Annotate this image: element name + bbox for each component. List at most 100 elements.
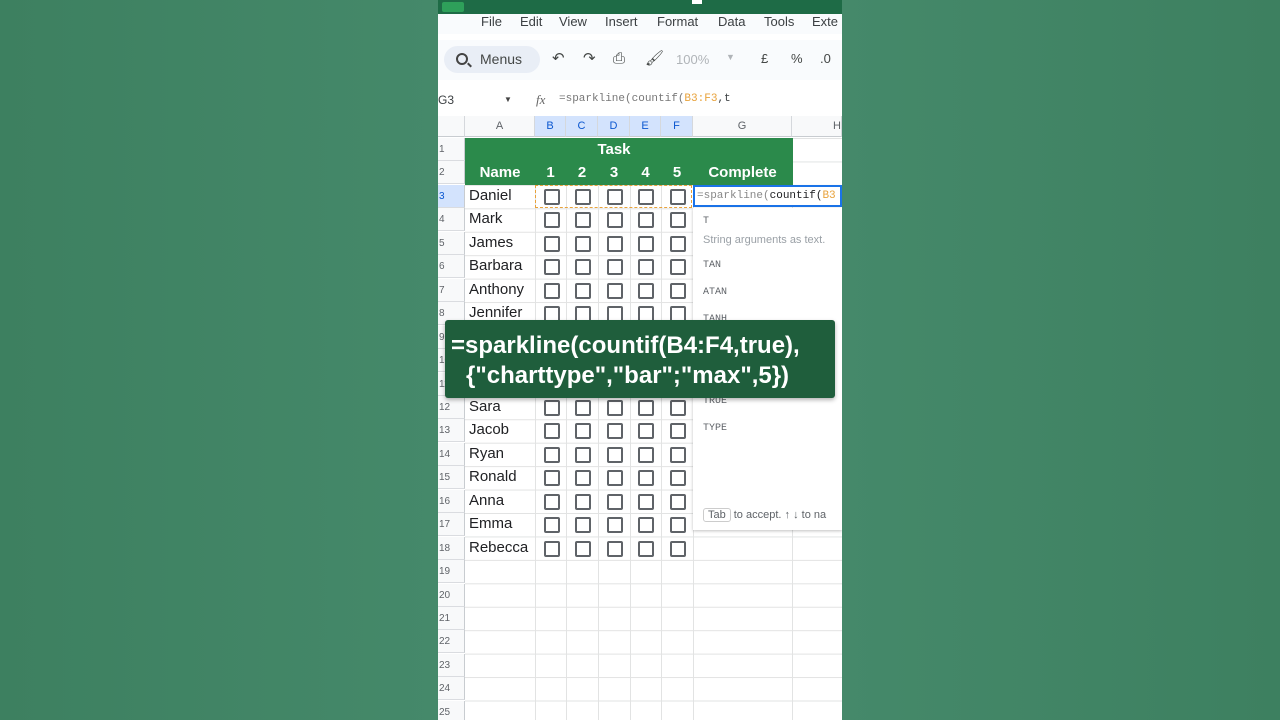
name-cell[interactable]: Ronald (469, 468, 517, 485)
task-checkbox[interactable] (670, 446, 686, 463)
row-header[interactable]: 16 (438, 489, 465, 513)
task-checkbox[interactable] (544, 235, 560, 252)
column-header-h[interactable]: H (792, 116, 842, 137)
select-all-corner[interactable] (438, 116, 465, 137)
column-header-d[interactable]: D (598, 116, 630, 137)
task-checkbox[interactable] (670, 212, 686, 229)
task-checkbox[interactable] (638, 399, 654, 416)
task-checkbox[interactable] (638, 212, 654, 229)
autocomplete-item[interactable]: ATAN (703, 287, 727, 298)
menu-tools[interactable]: Tools (764, 14, 794, 30)
task-checkbox[interactable] (575, 517, 591, 534)
task-checkbox[interactable] (638, 470, 654, 487)
task-checkbox[interactable] (544, 517, 560, 534)
autocomplete-item[interactable]: T (703, 216, 709, 227)
task-checkbox[interactable] (607, 423, 623, 440)
task-checkbox[interactable] (607, 517, 623, 534)
task-checkbox[interactable] (575, 399, 591, 416)
task-checkbox[interactable] (544, 423, 560, 440)
row-header[interactable]: 3 (438, 184, 465, 208)
undo-icon[interactable]: ↶ (552, 50, 565, 68)
task-checkbox[interactable] (638, 282, 654, 299)
task-checkbox[interactable] (544, 493, 560, 510)
task-checkbox[interactable] (638, 517, 654, 534)
row-header[interactable]: 13 (438, 419, 465, 443)
task-checkbox[interactable] (544, 446, 560, 463)
name-cell[interactable]: Daniel (469, 187, 512, 204)
row-header[interactable]: 24 (438, 677, 465, 701)
row-header[interactable]: 1 (438, 138, 465, 161)
row-header[interactable]: 22 (438, 630, 465, 654)
task-checkbox[interactable] (575, 493, 591, 510)
row-header[interactable]: 6 (438, 255, 465, 279)
task-checkbox[interactable] (607, 235, 623, 252)
autocomplete-item[interactable]: TYPE (703, 423, 727, 434)
column-header-a[interactable]: A (465, 116, 535, 137)
row-header[interactable]: 21 (438, 607, 465, 630)
row-header[interactable]: 5 (438, 231, 465, 255)
task-checkbox[interactable] (575, 212, 591, 229)
task-checkbox[interactable] (638, 235, 654, 252)
task-checkbox[interactable] (575, 235, 591, 252)
zoom-select[interactable]: 100% (676, 52, 709, 67)
task-checkbox[interactable] (670, 235, 686, 252)
task-checkbox[interactable] (607, 259, 623, 276)
task-checkbox[interactable] (670, 540, 686, 557)
task-checkbox[interactable] (575, 470, 591, 487)
menu-data[interactable]: Data (718, 14, 745, 30)
menu-edit[interactable]: Edit (520, 14, 542, 30)
name-cell[interactable]: Rebecca (469, 539, 528, 556)
task-checkbox[interactable] (607, 282, 623, 299)
formula-input[interactable]: =sparkline(countif(B3:F3,t (559, 93, 731, 105)
search-menus-button[interactable]: Menus (444, 46, 540, 73)
task-checkbox[interactable] (638, 259, 654, 276)
name-cell[interactable]: Jennifer (469, 304, 522, 321)
currency-format-button[interactable]: £ (761, 50, 768, 68)
column-header-b[interactable]: B (535, 116, 566, 137)
name-cell[interactable]: Emma (469, 515, 512, 532)
row-header[interactable]: 25 (438, 700, 465, 720)
row-header[interactable]: 4 (438, 208, 465, 232)
task-checkbox[interactable] (670, 399, 686, 416)
name-cell[interactable]: Anna (469, 492, 504, 509)
task-checkbox[interactable] (638, 540, 654, 557)
task-checkbox[interactable] (670, 259, 686, 276)
name-cell[interactable]: Mark (469, 210, 502, 227)
task-checkbox[interactable] (607, 493, 623, 510)
task-checkbox[interactable] (670, 493, 686, 510)
menu-extensions[interactable]: Exte (812, 14, 838, 30)
name-cell[interactable]: James (469, 234, 513, 251)
menu-file[interactable]: File (481, 14, 502, 30)
row-header[interactable]: 14 (438, 442, 465, 466)
task-checkbox[interactable] (670, 282, 686, 299)
paint-format-icon[interactable]: 🖌 (645, 50, 664, 68)
task-checkbox[interactable] (575, 540, 591, 557)
decrease-decimal-button[interactable]: .0 (820, 50, 831, 68)
row-header[interactable]: 19 (438, 560, 465, 584)
menu-view[interactable]: View (559, 14, 587, 30)
task-checkbox[interactable] (575, 282, 591, 299)
task-checkbox[interactable] (670, 423, 686, 440)
name-cell[interactable]: Anthony (469, 281, 524, 298)
row-header[interactable]: 15 (438, 466, 465, 490)
task-checkbox[interactable] (544, 470, 560, 487)
task-checkbox[interactable] (544, 212, 560, 229)
name-box-dropdown-icon[interactable]: ▼ (504, 95, 512, 104)
task-checkbox[interactable] (575, 423, 591, 440)
percent-format-button[interactable]: % (791, 50, 803, 68)
row-header[interactable]: 2 (438, 161, 465, 185)
row-header[interactable]: 17 (438, 513, 465, 537)
row-header[interactable]: 12 (438, 395, 465, 419)
task-checkbox[interactable] (544, 399, 560, 416)
task-checkbox[interactable] (607, 399, 623, 416)
autocomplete-item[interactable]: TAN (703, 260, 721, 271)
task-checkbox[interactable] (638, 493, 654, 510)
task-checkbox[interactable] (607, 212, 623, 229)
name-cell[interactable]: Ryan (469, 445, 504, 462)
row-header[interactable]: 20 (438, 583, 465, 607)
name-box[interactable]: G3 (438, 93, 454, 107)
task-checkbox[interactable] (670, 517, 686, 534)
row-header[interactable]: 23 (438, 653, 465, 677)
menu-format[interactable]: Format (657, 14, 698, 30)
task-checkbox[interactable] (544, 259, 560, 276)
